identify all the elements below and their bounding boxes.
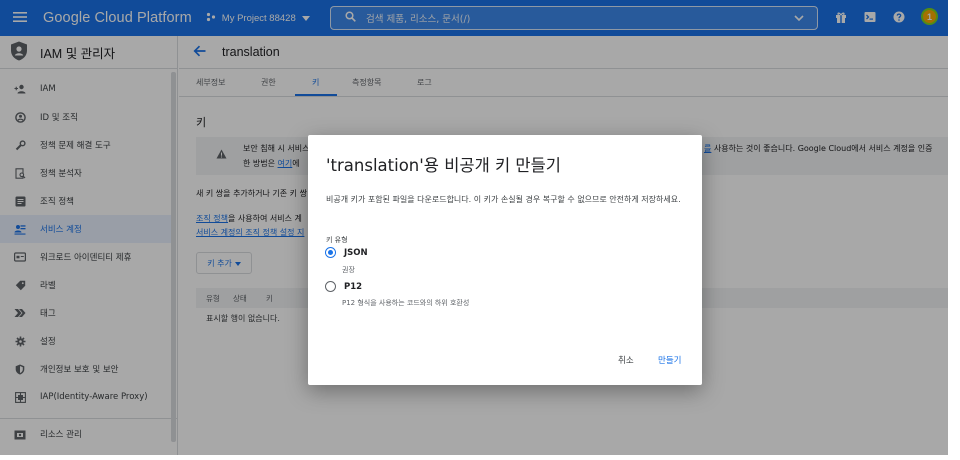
key-type-label: 키 유형	[326, 236, 348, 244]
key-type-p12-option[interactable]: P12	[325, 281, 362, 292]
json-sublabel: 권장	[342, 266, 355, 274]
create-key-dialog: 'translation'용 비공개 키 만들기 비공개 키가 포함된 파일을 …	[308, 135, 702, 385]
key-type-json-option[interactable]: JSON	[325, 247, 368, 258]
dialog-description: 비공개 키가 포함된 파일을 다운로드합니다. 이 키가 손실될 경우 복구할 …	[326, 195, 681, 204]
dialog-title: 'translation'용 비공개 키 만들기	[326, 156, 561, 175]
p12-sublabel: P12 형식을 사용하는 코드와의 하위 호환성	[342, 299, 470, 307]
json-label: JSON	[344, 247, 368, 258]
app-window: Google Cloud Platform My Project 88428 검…	[0, 0, 948, 455]
create-button[interactable]: 만들기	[658, 354, 681, 366]
p12-radio[interactable]	[325, 281, 336, 292]
json-radio[interactable]	[325, 247, 336, 258]
p12-label: P12	[344, 281, 363, 292]
cancel-button[interactable]: 취소	[618, 354, 634, 366]
